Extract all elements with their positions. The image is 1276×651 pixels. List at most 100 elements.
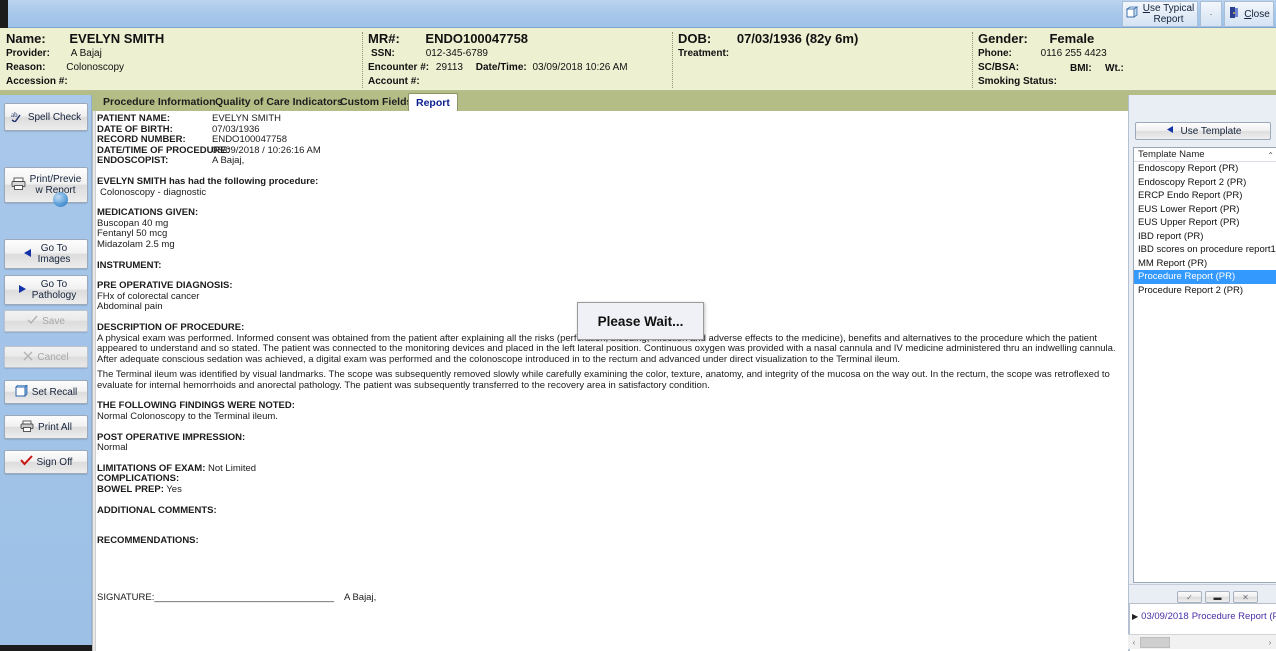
template-item-label: Endoscopy Report 2 (PR)	[1138, 177, 1246, 188]
template-panel: Use Template Template Name ⌃ Endoscopy R…	[1128, 95, 1276, 651]
bowel-prep-row: BOWEL PREP: Yes	[97, 485, 1123, 496]
template-item-label: ERCP Endo Report (PR)	[1138, 190, 1242, 201]
postoperative-impression-value: Normal	[97, 443, 1123, 454]
report-history-item[interactable]: ▶ 03/09/2018 Procedure Report (PR)	[1132, 610, 1276, 623]
go-to-images-button[interactable]: Go ToImages	[4, 239, 88, 269]
account-row: Account #:	[368, 76, 426, 87]
additional-comments-heading: ADDITIONAL COMMENTS:	[97, 506, 1123, 517]
datetime-value: 03/09/2018 10:26 AM	[533, 62, 628, 73]
template-item-label: MM Report (PR)	[1138, 258, 1207, 269]
report-field-datetime-of-procedure: DATE/TIME OF PROCEDURE:03/09/2018 / 10:2…	[97, 146, 1123, 157]
printer-icon	[20, 420, 34, 435]
template-list[interactable]: Template Name ⌃ Endoscopy Report (PR) En…	[1133, 147, 1276, 583]
tab-strip: Procedure Information Quality of Care In…	[0, 91, 1276, 111]
spell-check-icon: ab	[11, 110, 24, 125]
cancel-button: Cancel	[4, 346, 88, 368]
template-list-item[interactable]: IBD report (PR)	[1134, 230, 1276, 244]
template-list-item[interactable]: Endoscopy Report 2 (PR)	[1134, 176, 1276, 190]
medication-item: Midazolam 2.5 mg	[97, 240, 1123, 251]
scrollbar-thumb[interactable]	[1140, 637, 1170, 648]
template-list-item[interactable]: MM Report (PR)	[1134, 257, 1276, 271]
spacer	[97, 251, 1123, 261]
tab-label: Custom Fields	[340, 96, 412, 108]
bowel-prep-heading: BOWEL PREP:	[97, 484, 164, 495]
use-template-button[interactable]: Use Template	[1135, 122, 1271, 140]
tab-report[interactable]: Report	[408, 93, 458, 111]
template-list-item[interactable]: ERCP Endo Report (PR)	[1134, 189, 1276, 203]
field-key: PATIENT NAME:	[97, 114, 212, 125]
set-recall-label: Set Recall	[32, 387, 78, 398]
use-typical-report-button[interactable]: Use TypicalReport	[1122, 1, 1198, 27]
scroll-right-arrow[interactable]: ›	[1264, 638, 1276, 647]
horizontal-scrollbar[interactable]: ‹ ›	[1128, 634, 1276, 649]
encounter-label: Encounter #:	[368, 62, 429, 73]
arrow-right-icon	[16, 284, 28, 297]
patient-name-row: Name: EVELYN SMITH	[6, 31, 164, 46]
limitations-value: Not Limited	[208, 463, 256, 474]
phone-value: 0116 255 4423	[1041, 48, 1107, 59]
demog-divider-1	[362, 32, 363, 88]
template-item-label: Procedure Report (PR)	[1138, 271, 1235, 282]
tab-procedure-information[interactable]: Procedure Information	[96, 93, 223, 111]
spacer	[97, 271, 1123, 281]
sign-off-button[interactable]: Sign Off	[4, 450, 88, 474]
check-icon	[27, 315, 38, 328]
template-list-item[interactable]: Procedure Report 2 (PR)	[1134, 284, 1276, 298]
scrollbar-track[interactable]	[1140, 637, 1264, 648]
remove-template-button[interactable]: ▬	[1205, 591, 1230, 603]
bmi-label: BMI:	[1070, 63, 1092, 74]
tab-custom-fields[interactable]: Custom Fields	[333, 93, 419, 111]
tab-quality-of-care-indicators[interactable]: Quality of Care Indicators	[208, 93, 350, 111]
patient-name-label: Name:	[6, 31, 46, 46]
procedure-intro: EVELYN SMITH has had the following proce…	[97, 177, 1123, 188]
template-list-item[interactable]: EUS Upper Report (PR)	[1134, 216, 1276, 230]
set-recall-button[interactable]: Set Recall	[4, 380, 88, 404]
svg-text:ab: ab	[11, 111, 18, 119]
print-all-button[interactable]: Print All	[4, 415, 88, 439]
report-document[interactable]: PATIENT NAME:EVELYN SMITH DATE OF BIRTH:…	[96, 111, 1128, 651]
template-list-item[interactable]: EUS Lower Report (PR)	[1134, 203, 1276, 217]
mr-value: ENDO100047758	[425, 31, 528, 46]
accept-template-button[interactable]: ✓	[1177, 591, 1202, 603]
spell-check-label: Spell Check	[28, 112, 81, 123]
template-name-column-header: Template Name	[1138, 149, 1205, 160]
provider-value: A Bajaj	[71, 48, 102, 59]
spell-check-button[interactable]: ab Spell Check	[4, 103, 88, 131]
go-to-pathology-button[interactable]: Go ToPathology	[4, 275, 88, 305]
dob-value: 07/03/1936 (82y 6m)	[737, 31, 858, 46]
go-to-pathology-label: Go ToPathology	[32, 279, 76, 301]
arrow-left-icon	[22, 248, 34, 261]
scbsa-label: SC/BSA:	[978, 62, 1019, 73]
template-item-label: Endoscopy Report (PR)	[1138, 163, 1238, 174]
template-list-item-selected[interactable]: Procedure Report (PR)	[1134, 270, 1276, 284]
accession-label: Accession #:	[6, 76, 68, 87]
provider-row: Provider: A Bajaj	[6, 48, 102, 59]
account-label: Account #:	[368, 76, 420, 87]
close-button[interactable]: Close	[1224, 1, 1274, 27]
toolbar-overflow-button[interactable]: ·	[1200, 1, 1222, 27]
field-value: 07/03/1936	[212, 124, 260, 135]
scroll-left-arrow[interactable]: ‹	[1128, 638, 1140, 647]
delete-template-button[interactable]: ✕	[1233, 591, 1258, 603]
chevron-right-icon[interactable]: ▶	[1132, 612, 1138, 621]
overflow-label: ·	[1210, 9, 1213, 19]
sign-off-label: Sign Off	[37, 457, 73, 468]
gender-value: Female	[1049, 31, 1094, 46]
encounter-row: Encounter #: 29113 Date/Time: 03/09/2018…	[368, 62, 628, 73]
template-list-item[interactable]: IBD scores on procedure report1 (PR	[1134, 243, 1276, 257]
minus-icon: ▬	[1214, 593, 1222, 602]
rail-bottom-cap	[0, 645, 92, 651]
template-list-item[interactable]: Endoscopy Report (PR)	[1134, 162, 1276, 176]
spacer	[97, 516, 1123, 526]
treatment-row: Treatment:	[678, 48, 735, 59]
provider-label: Provider:	[6, 48, 50, 59]
go-to-images-label: Go ToImages	[38, 243, 71, 265]
print-preview-report-button[interactable]: Print/Preview Report	[4, 167, 88, 203]
template-item-label: EUS Lower Report (PR)	[1138, 204, 1239, 215]
report-history-date: 03/09/2018	[1141, 611, 1189, 622]
treatment-label: Treatment:	[678, 48, 729, 59]
limitations-row: LIMITATIONS OF EXAM: Not Limited	[97, 464, 1123, 475]
complications-row: COMPLICATIONS:	[97, 474, 1123, 485]
spacer	[97, 198, 1123, 208]
scroll-up-icon[interactable]: ⌃	[1267, 149, 1274, 163]
